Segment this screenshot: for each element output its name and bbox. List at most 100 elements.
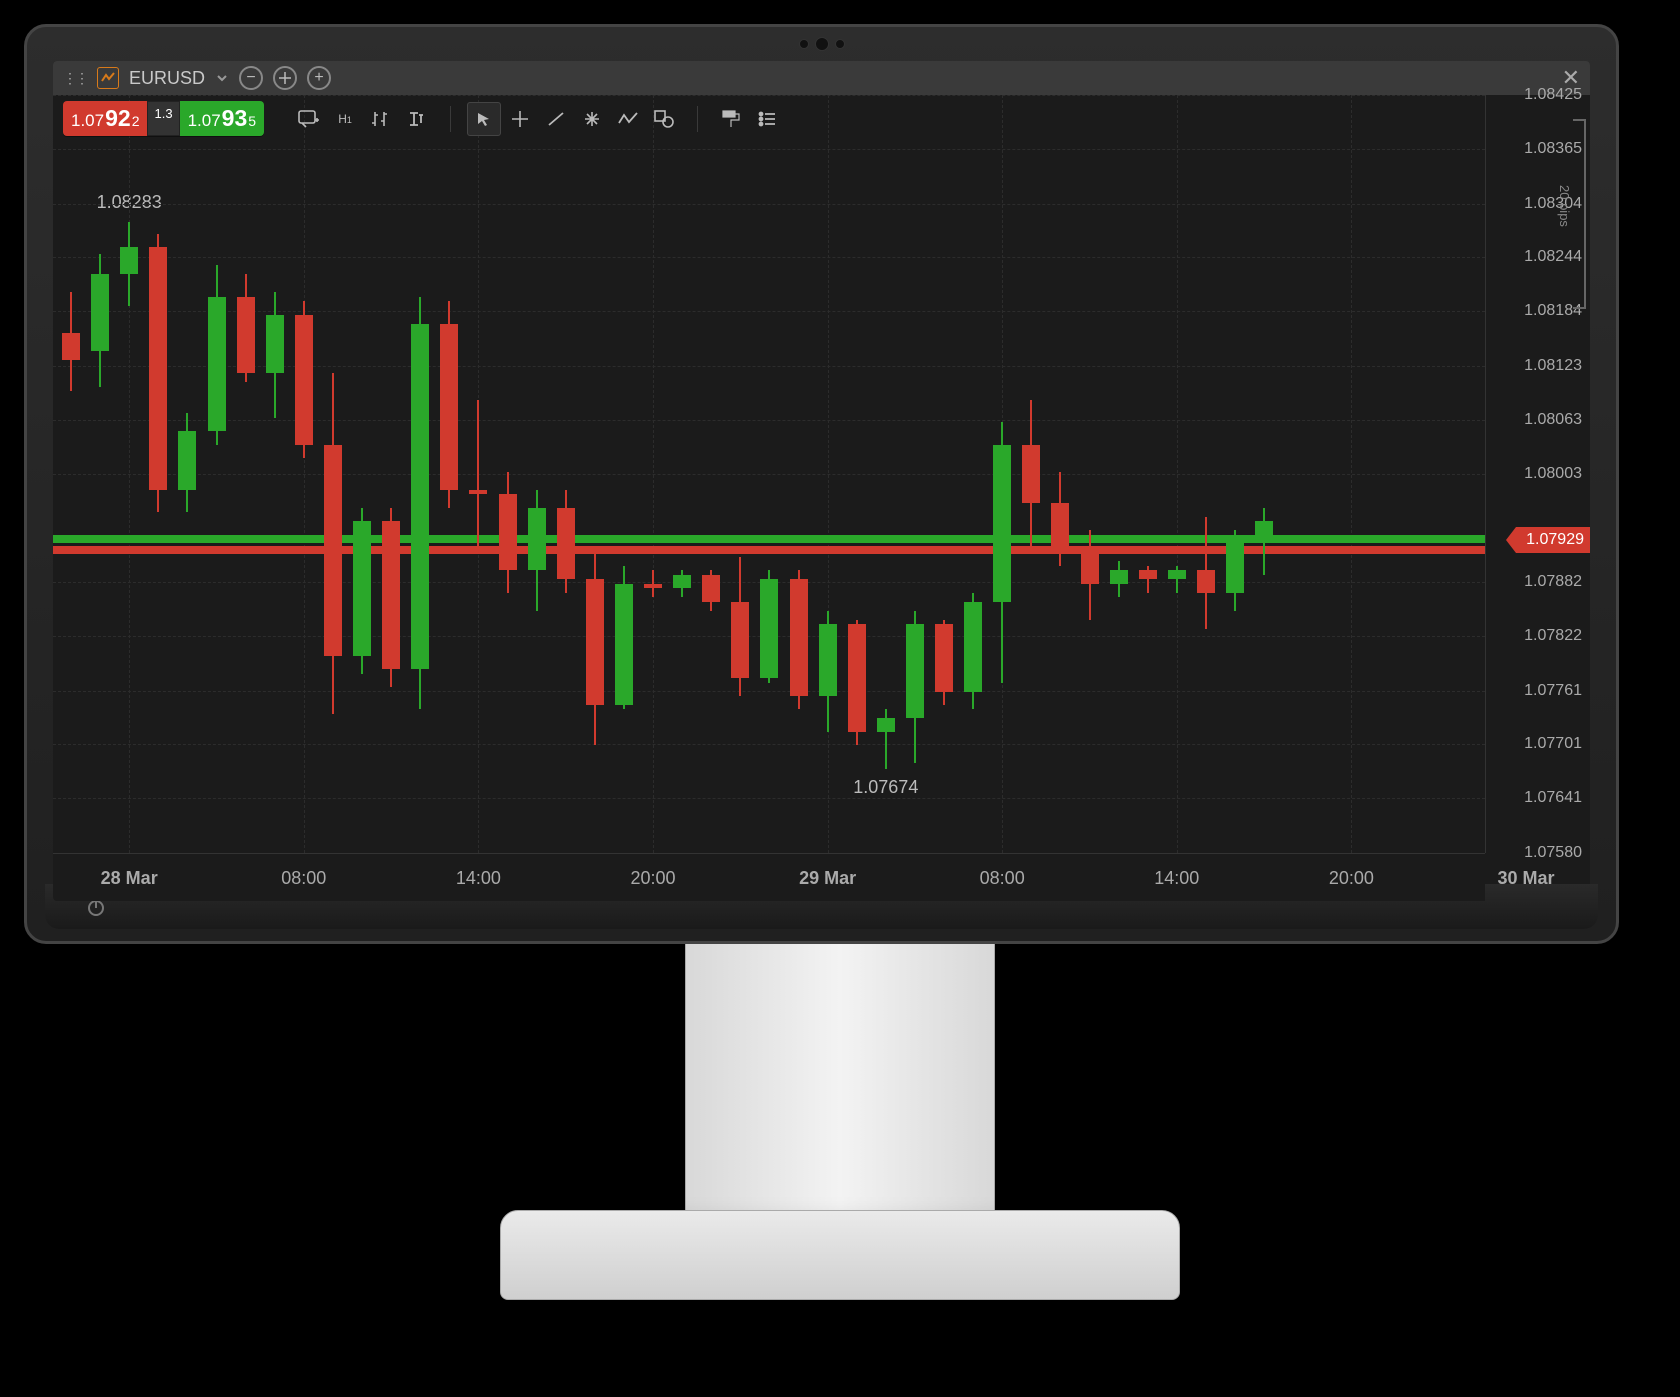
new-order-button[interactable] — [292, 102, 326, 136]
monitor-stand — [685, 944, 995, 1244]
candle-body — [790, 579, 808, 696]
candle-body — [120, 247, 138, 274]
candle-body — [760, 579, 778, 678]
x-axis-tick: 20:00 — [630, 868, 675, 889]
zoom-out-button[interactable]: − — [239, 66, 263, 90]
current-price-flag: 1.07929 — [1516, 527, 1590, 553]
app-window: ⋮⋮ EURUSD − + ✕ 1.07 — [53, 61, 1590, 901]
ask-prefix: 1.07 — [188, 111, 221, 131]
ask-big: 93 — [222, 105, 248, 132]
polyline-tool-button[interactable] — [611, 102, 645, 136]
x-axis-tick: 08:00 — [980, 868, 1025, 889]
candle-body — [1051, 503, 1069, 552]
y-axis-tick: 1.08425 — [1524, 86, 1582, 104]
crosshair-tool-button[interactable] — [503, 102, 537, 136]
candle-body — [819, 624, 837, 696]
buy-ask-button[interactable]: 1.07 93 5 — [180, 101, 264, 136]
x-axis-tick: 08:00 — [281, 868, 326, 889]
pointer-tool-button[interactable] — [467, 102, 501, 136]
star-marker-tool-button[interactable] — [575, 102, 609, 136]
candle-body — [877, 718, 895, 731]
low-price-label: 1.07674 — [853, 777, 918, 798]
y-axis-tick: 1.07580 — [1524, 844, 1582, 862]
x-axis-tick: 28 Mar — [101, 868, 158, 889]
symbol-dropdown-icon[interactable] — [215, 71, 229, 85]
candle-body — [1139, 570, 1157, 579]
y-axis-tick: 1.08003 — [1524, 465, 1582, 483]
candle-body — [935, 624, 953, 691]
candle-body — [615, 584, 633, 705]
candle-body — [62, 333, 80, 360]
x-axis-tick: 14:00 — [1154, 868, 1199, 889]
x-axis-tick: 20:00 — [1329, 868, 1374, 889]
candle-body — [469, 490, 487, 494]
spread-value: 1.3 — [147, 101, 179, 136]
y-axis-tick: 1.08365 — [1524, 140, 1582, 158]
monitor-bezel: ⋮⋮ EURUSD − + ✕ 1.07 — [24, 24, 1619, 944]
tf-letter: H — [338, 112, 347, 126]
symbol-name[interactable]: EURUSD — [129, 68, 205, 89]
tf-number: 1 — [347, 115, 352, 125]
x-axis-tick: 29 Mar — [799, 868, 856, 889]
candle-body — [731, 602, 749, 678]
candle-body — [208, 297, 226, 432]
monitor-camera — [799, 37, 845, 51]
candle-body — [993, 445, 1011, 602]
candle-body — [702, 575, 720, 602]
candle-body — [1197, 570, 1215, 592]
candle-body — [1168, 570, 1186, 579]
y-axis-tick: 1.07882 — [1524, 573, 1582, 591]
candle-body — [178, 431, 196, 489]
chart-type-button[interactable] — [364, 102, 398, 136]
y-axis-tick: 1.07761 — [1524, 682, 1582, 700]
candle-body — [644, 584, 662, 588]
sell-bid-button[interactable]: 1.07 92 2 — [63, 101, 147, 136]
object-list-button[interactable] — [750, 102, 784, 136]
shapes-tool-button[interactable] — [647, 102, 681, 136]
candle-body — [237, 297, 255, 373]
y-axis-tick: 1.08063 — [1524, 411, 1582, 429]
candle-body — [324, 445, 342, 656]
window-titlebar: ⋮⋮ EURUSD − + ✕ — [53, 61, 1590, 95]
candle-body — [673, 575, 691, 588]
candle-body — [1226, 539, 1244, 593]
pips-bracket-icon — [1584, 119, 1586, 309]
chart-toolbar: 1.07 92 2 1.3 1.07 93 5 — [63, 101, 784, 136]
timeframe-button[interactable]: H1 — [328, 102, 362, 136]
bid-small: 2 — [132, 113, 140, 129]
y-axis-tick: 1.08304 — [1524, 195, 1582, 213]
price-axis[interactable]: 20 pips 1.084251.083651.083041.082441.08… — [1485, 95, 1590, 853]
candle-body — [295, 315, 313, 445]
candle-body — [848, 624, 866, 732]
pips-scale-label: 20 pips — [1557, 185, 1572, 227]
bid-price-line — [53, 546, 1485, 554]
candle-body — [411, 324, 429, 669]
candle-body — [440, 324, 458, 490]
candle-body — [382, 521, 400, 669]
candle-body — [353, 521, 371, 656]
candle-body — [557, 508, 575, 580]
y-axis-tick: 1.07701 — [1524, 735, 1582, 753]
x-axis-tick: 30 Mar — [1497, 868, 1554, 889]
indicators-button[interactable] — [400, 102, 434, 136]
y-axis-tick: 1.08123 — [1524, 357, 1582, 375]
chart-canvas[interactable]: 1.07 92 2 1.3 1.07 93 5 — [53, 95, 1485, 853]
candle-body — [149, 247, 167, 489]
candle-body — [1081, 552, 1099, 583]
chart-content: 1.07 92 2 1.3 1.07 93 5 — [53, 95, 1590, 901]
zoom-in-button[interactable]: + — [307, 66, 331, 90]
bid-prefix: 1.07 — [71, 111, 104, 131]
drag-handle-icon[interactable]: ⋮⋮ — [63, 70, 87, 87]
trendline-tool-button[interactable] — [539, 102, 573, 136]
y-axis-tick: 1.08184 — [1524, 302, 1582, 320]
format-paint-button[interactable] — [714, 102, 748, 136]
candle-wick — [477, 400, 479, 548]
crosshair-toggle-button[interactable] — [273, 66, 297, 90]
time-axis[interactable]: 27 Mar28 Mar08:0014:0020:0029 Mar08:0014… — [53, 853, 1485, 901]
candle-body — [964, 602, 982, 692]
one-click-trade-panel: 1.07 92 2 1.3 1.07 93 5 — [63, 101, 264, 136]
candle-body — [528, 508, 546, 571]
candle-body — [91, 274, 109, 350]
candle-body — [499, 494, 517, 570]
ask-small: 5 — [248, 113, 256, 129]
